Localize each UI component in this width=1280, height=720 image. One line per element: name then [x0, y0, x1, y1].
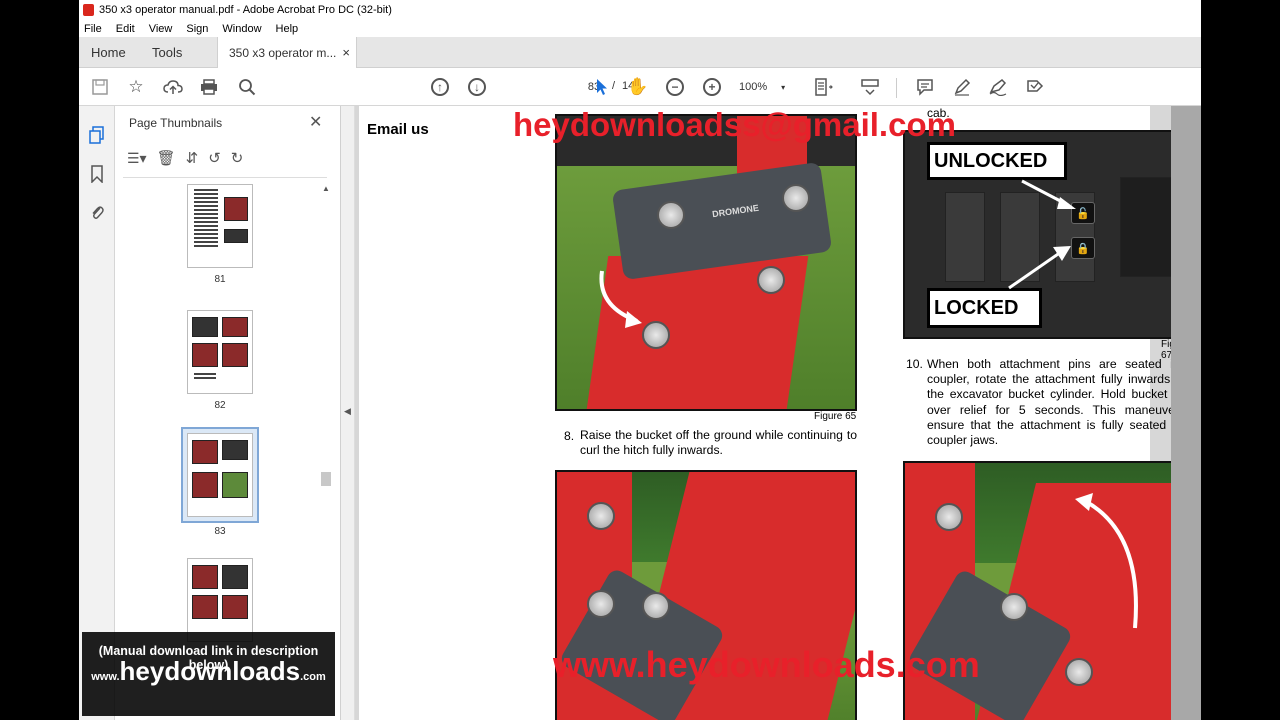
- more-tools-icon[interactable]: [1025, 77, 1045, 97]
- email-us-label: Email us: [367, 121, 429, 138]
- window-title: 350 x3 operator manual.pdf - Adobe Acrob…: [99, 4, 392, 16]
- zoom-out-icon[interactable]: −: [665, 77, 685, 97]
- thumbnail-label: 81: [214, 274, 226, 285]
- collapse-arrow-icon: ◀: [344, 406, 351, 416]
- panel-title: Page Thumbnails: [129, 116, 223, 130]
- menu-file[interactable]: File: [84, 23, 102, 35]
- attachments-icon[interactable]: [86, 201, 108, 223]
- panel-collapse-handle[interactable]: ◀: [341, 106, 355, 720]
- bookmarks-icon[interactable]: [86, 163, 108, 185]
- highlight-pen-icon[interactable]: [952, 77, 972, 97]
- fit-page-icon[interactable]: [814, 77, 834, 97]
- zoom-in-icon[interactable]: +: [702, 77, 722, 97]
- banner-www: www.: [91, 671, 120, 683]
- toolbar-divider: [896, 78, 897, 98]
- tab-document-label: 350 x3 operator m...: [229, 45, 337, 60]
- thumbnail-label: 83: [214, 526, 226, 537]
- next-page-icon[interactable]: ↓: [467, 77, 487, 97]
- thumbnail-label: 82: [214, 400, 226, 411]
- rotate-ccw-icon[interactable]: ↺: [208, 149, 221, 167]
- fill-sign-icon[interactable]: [988, 77, 1008, 97]
- menu-edit[interactable]: Edit: [116, 23, 135, 35]
- save-icon[interactable]: [90, 77, 110, 97]
- tab-tools[interactable]: Tools: [152, 37, 182, 68]
- upload-cloud-icon[interactable]: [163, 77, 183, 97]
- banner-site: www.heydownloads.com: [82, 656, 335, 687]
- figure-65-photo: DROMONE: [555, 114, 857, 411]
- navigation-rail: [79, 106, 115, 720]
- tab-document[interactable]: 350 x3 operator m... ×: [217, 37, 357, 68]
- select-cursor-icon[interactable]: [592, 77, 612, 97]
- title-bar: 350 x3 operator manual.pdf - Adobe Acrob…: [79, 0, 1201, 20]
- page-separator: /: [612, 80, 616, 92]
- tab-bar: Home Tools 350 x3 operator m... ×: [79, 37, 1201, 68]
- page-thumbnails-icon[interactable]: [86, 124, 108, 146]
- rotate-cw-icon[interactable]: ↻: [231, 149, 244, 167]
- panel-close-icon[interactable]: ✕: [309, 112, 322, 132]
- page-thumbnails-panel: Page Thumbnails ✕ ☰▾ 🗑 ⇵ ↺ ↻ 81 82 83 ▲: [115, 106, 341, 720]
- figure-65-caption: Figure 65: [814, 411, 857, 422]
- previous-page-icon[interactable]: ↑: [430, 77, 450, 97]
- watermark-email: heydownloadss@gmail.com: [513, 106, 956, 143]
- banner-brand: heydownloads: [119, 656, 301, 686]
- panel-scrollbar-thumb[interactable]: [321, 472, 331, 486]
- main-toolbar: ☆ ↑ ↓ 83 / 148 ✋ − + 100% ▾: [79, 68, 1201, 106]
- menu-window[interactable]: Window: [222, 23, 261, 35]
- thumbnail-page[interactable]: [187, 310, 253, 394]
- thumbnail-page[interactable]: [187, 558, 253, 642]
- locked-label: LOCKED: [927, 288, 1042, 328]
- pdf-page: DROMONE Figure 65 8. Raise the bucket of…: [359, 106, 1201, 720]
- search-zoom-icon[interactable]: [237, 77, 257, 97]
- unlocked-label: UNLOCKED: [927, 142, 1067, 180]
- menu-sign[interactable]: Sign: [186, 23, 208, 35]
- zoom-value: 100%: [739, 81, 768, 93]
- panel-toolbar: ☰▾ 🗑 ⇵ ↺ ↻: [127, 146, 243, 170]
- bookmark-star-icon[interactable]: ☆: [126, 77, 146, 97]
- step-8-text: Raise the bucket off the ground while co…: [580, 428, 857, 458]
- tab-home[interactable]: Home: [91, 37, 126, 68]
- print-icon[interactable]: [199, 77, 219, 97]
- figure-67-photo: 🔓 🔒 UNLOCKED LOCKED: [903, 130, 1201, 339]
- panel-divider: [123, 177, 327, 178]
- document-view: DROMONE Figure 65 8. Raise the bucket of…: [355, 106, 1201, 720]
- hand-tool-icon[interactable]: ✋: [627, 77, 648, 97]
- zoom-level-select[interactable]: 100% ▾: [739, 77, 795, 97]
- options-menu-icon[interactable]: ☰▾: [127, 150, 147, 167]
- menu-bar: File Edit View Sign Window Help: [79, 20, 1201, 37]
- scroll-up-icon[interactable]: ▲: [322, 184, 330, 193]
- step-8-number: 8.: [564, 429, 575, 443]
- document-scrollbar[interactable]: [1171, 106, 1201, 720]
- thumbnail-page-selected[interactable]: [187, 433, 253, 517]
- download-banner: (Manual download link in description bel…: [82, 632, 335, 716]
- step-10-text: When both attachment pins are seated in …: [927, 357, 1201, 448]
- step-10-number: 10.: [906, 357, 923, 371]
- extract-pages-icon[interactable]: ⇵: [186, 149, 199, 167]
- menu-help[interactable]: Help: [276, 23, 299, 35]
- tab-close-icon[interactable]: ×: [342, 45, 350, 60]
- acrobat-logo-icon: [83, 4, 94, 16]
- thumbnail-page[interactable]: [187, 184, 253, 268]
- zoom-caret-icon: ▾: [781, 82, 786, 92]
- banner-com: .com: [300, 671, 326, 683]
- menu-view[interactable]: View: [149, 23, 173, 35]
- delete-page-icon[interactable]: 🗑: [157, 149, 176, 167]
- watermark-site: www.heydownloads.com: [553, 644, 980, 685]
- comment-icon[interactable]: [915, 77, 935, 97]
- scroll-mode-icon[interactable]: [860, 77, 880, 97]
